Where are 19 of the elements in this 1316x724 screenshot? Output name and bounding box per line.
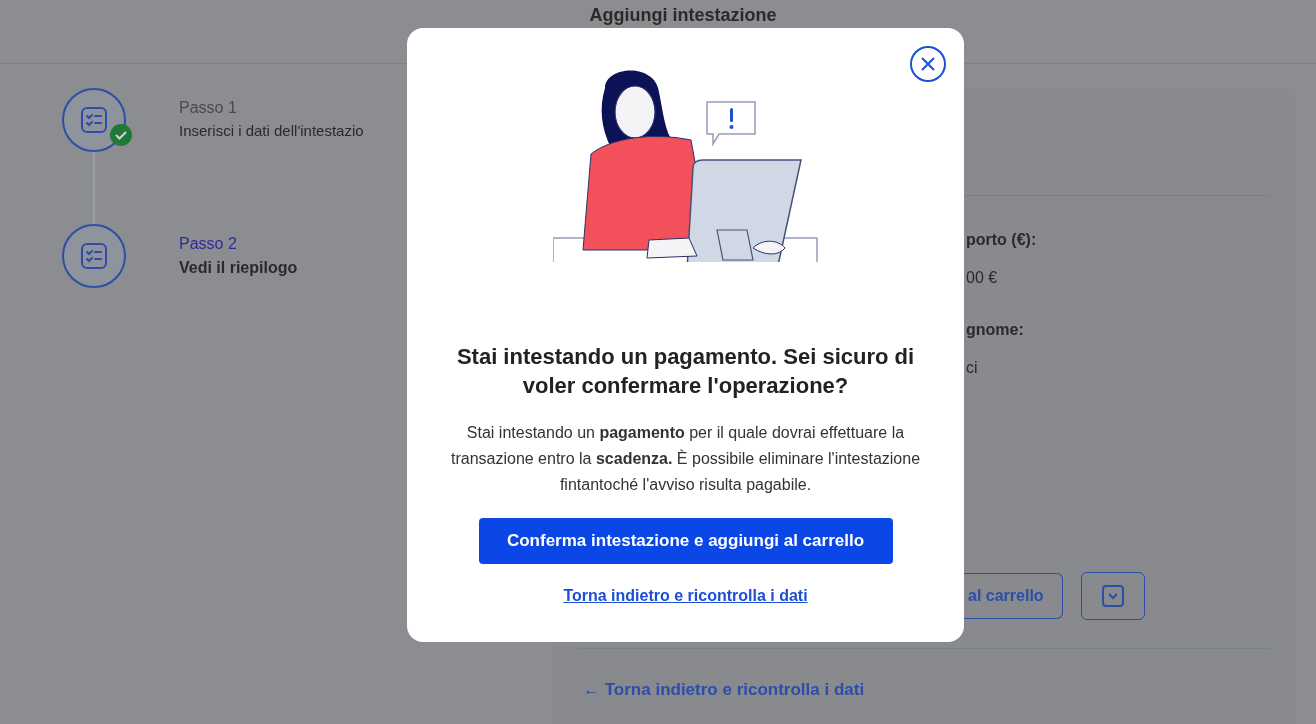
checklist-icon (79, 241, 109, 271)
chevron-down-icon (1101, 585, 1124, 607)
step-title: Vedi il riepilogo (179, 258, 298, 278)
step-label: Passo 1 (179, 98, 238, 118)
checklist-icon (79, 105, 109, 135)
field-label: porto (€): (966, 230, 1038, 250)
field-value: 00 € (966, 268, 999, 288)
confirm-button[interactable]: Conferma intestazione e aggiungi al carrello (478, 518, 893, 564)
close-button[interactable] (910, 46, 946, 82)
step-title: Inserisci i dati dell'intestazio (179, 121, 364, 141)
dialog-title: Stai intestando un pagamento. Sei sicuro di voler confermare l'operazione? (455, 343, 916, 400)
field-value: ci (966, 358, 979, 378)
check-badge-icon (110, 124, 132, 146)
field-label: gnome: (966, 320, 1025, 340)
close-icon (920, 56, 936, 72)
page-title: Aggiungi intestazione (589, 5, 777, 25)
dialog-message: Stai intestando un pagamento per il quale dovrai effettuare la transazione entro la scadenza. È possibile eliminare l'intestazione fintantoché l'avviso risulta pagabile. (449, 423, 922, 495)
step-label: Passo 2 (179, 234, 238, 254)
back-link[interactable]: Torna indietro e ricontrolla i dati (563, 584, 808, 608)
